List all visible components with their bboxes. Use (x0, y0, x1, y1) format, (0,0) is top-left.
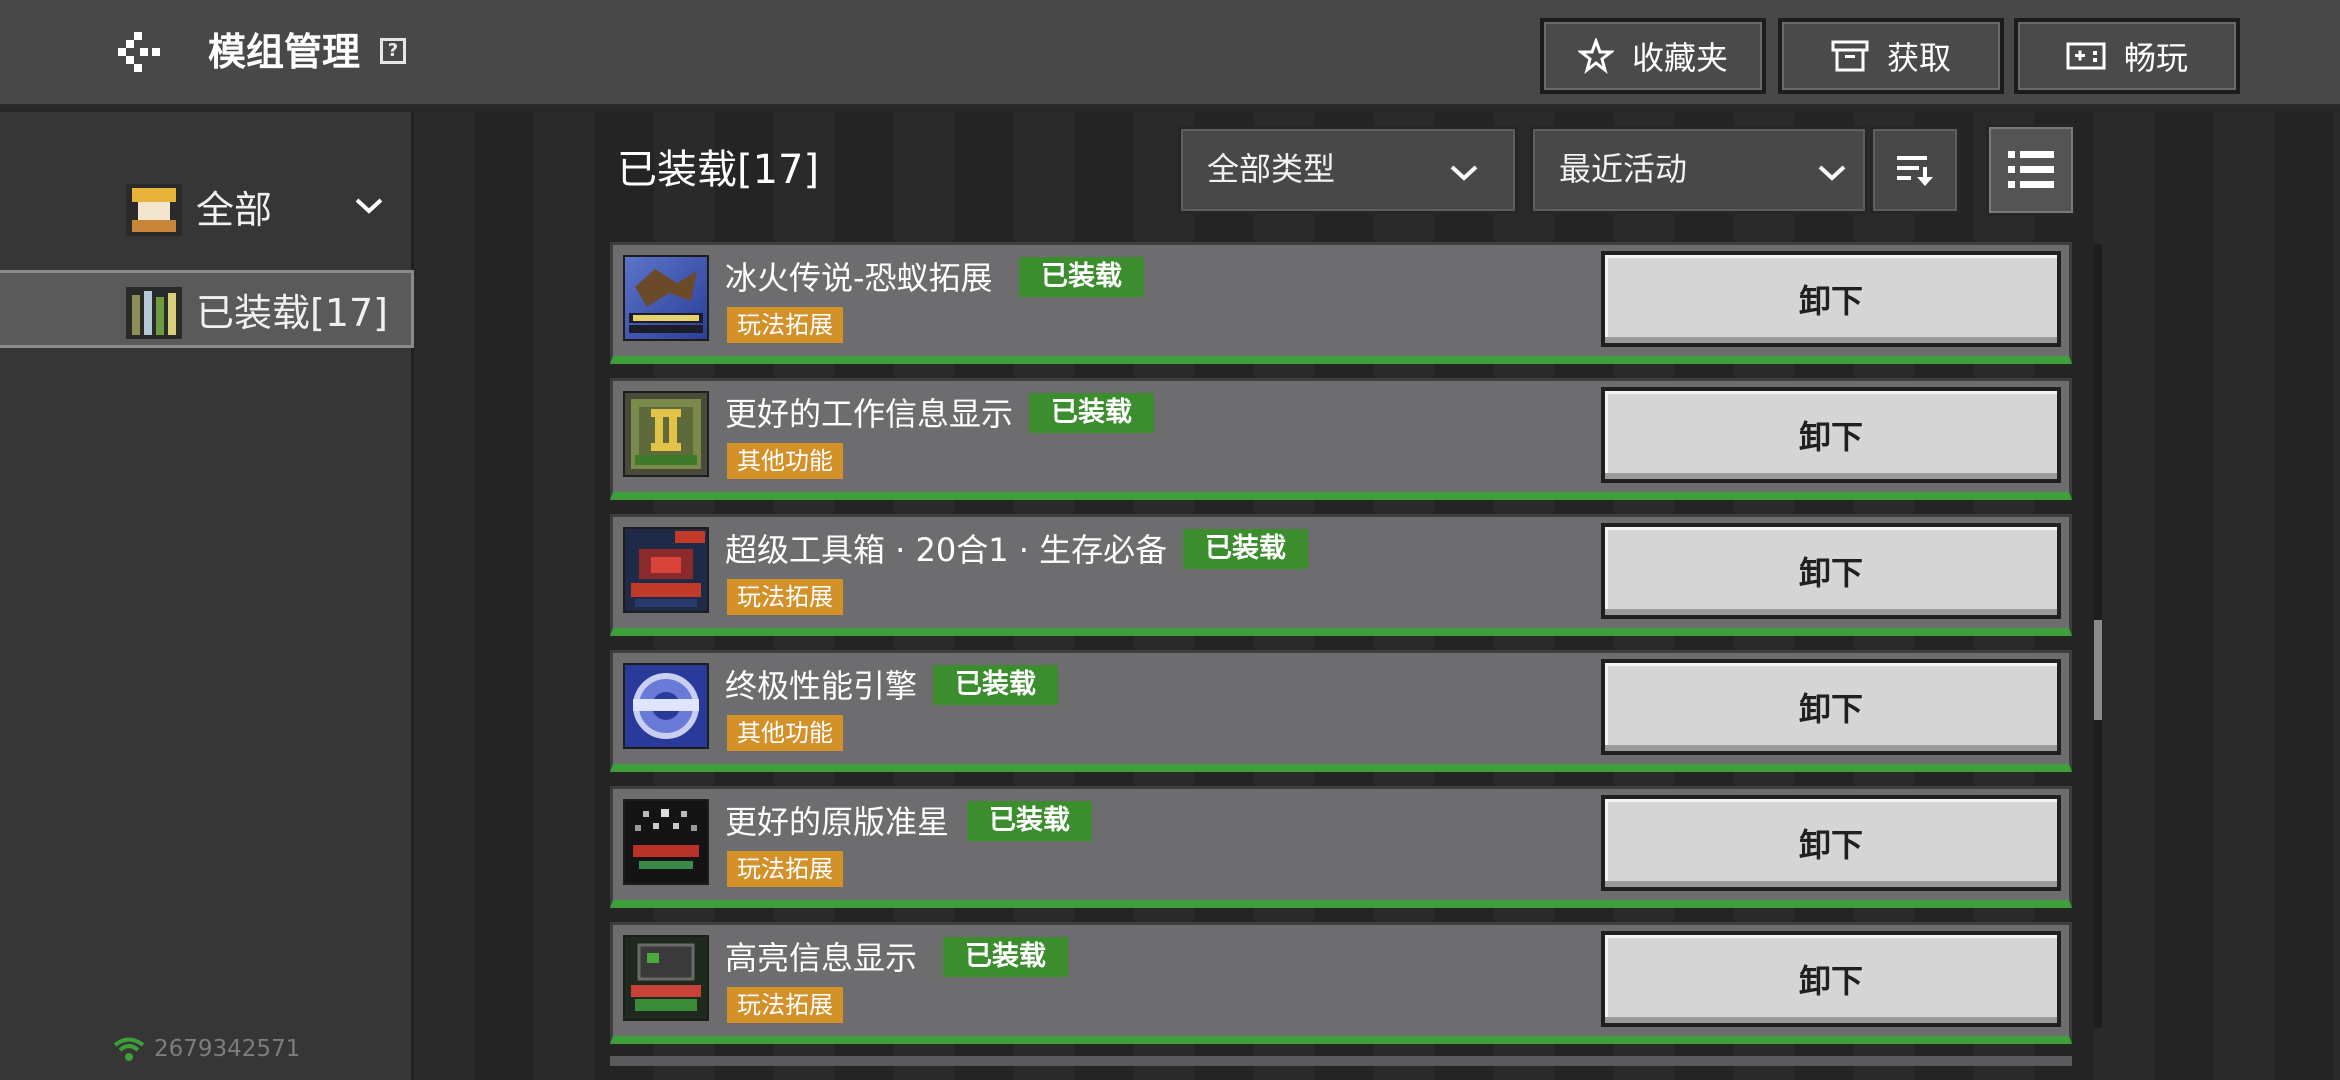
chevron-down-icon (1818, 165, 1846, 181)
category-tag: 玩法拓展 (727, 987, 843, 1023)
back-button[interactable] (118, 30, 168, 74)
sidebar-item-all[interactable]: 全部 (0, 170, 414, 248)
category-tag: 玩法拓展 (727, 307, 843, 343)
type-filter-dropdown[interactable]: 全部类型 (1178, 126, 1518, 214)
sort-order-button[interactable] (1870, 126, 1960, 214)
back-arrow-icon (118, 32, 160, 72)
mod-list-item[interactable]: 更好的工作信息显示 已装载 其他功能 卸下 (610, 378, 2072, 500)
mod-thumbnail (623, 799, 709, 885)
sort-dropdown[interactable]: 最近活动 (1530, 126, 1868, 214)
mod-name: 终极性能引擎 (725, 667, 918, 705)
sort-value: 最近活动 (1559, 150, 1688, 188)
favorites-label: 收藏夹 (1631, 39, 1728, 77)
mod-thumbnail (623, 527, 709, 613)
unload-button[interactable]: 卸下 (1601, 931, 2061, 1027)
mod-name: 更好的原版准星 (725, 803, 950, 841)
gamepad-icon (2066, 42, 2106, 70)
installed-mods-icon (126, 287, 182, 339)
chevron-down-icon[interactable] (354, 196, 384, 216)
category-tag: 玩法拓展 (727, 851, 843, 887)
mod-name: 更好的工作信息显示 (725, 395, 1014, 433)
list-view-button[interactable] (1986, 124, 2076, 216)
chevron-down-icon (1450, 165, 1478, 181)
section-title: 已装载[17] (617, 147, 820, 193)
wifi-icon (113, 1037, 145, 1061)
box-icon (1831, 40, 1869, 72)
installed-badge: 已装载 (967, 801, 1092, 841)
get-label: 获取 (1886, 39, 1951, 77)
installed-badge: 已装载 (1183, 529, 1308, 569)
sidebar-item-installed[interactable]: 已装载[17] (0, 270, 414, 348)
unload-button[interactable]: 卸下 (1601, 251, 2061, 347)
mod-name: 超级工具箱 · 20合1 · 生存必备 (725, 531, 1168, 569)
installed-badge: 已装载 (943, 937, 1068, 977)
mod-name: 冰火传说-恐蚁拓展 (725, 259, 993, 297)
top-bar: 模组管理 ? 收藏夹 获取 畅玩 (0, 0, 2340, 108)
play-button[interactable]: 畅玩 (2014, 18, 2240, 94)
user-id: 2679342571 (154, 1036, 301, 1062)
unload-button[interactable]: 卸下 (1601, 795, 2061, 891)
mod-thumbnail (623, 391, 709, 477)
sidebar: 全部 已装载[17] 2679342571 (0, 112, 414, 1080)
star-icon (1577, 38, 1614, 74)
mod-list-item[interactable]: 更好的原版准星 已装载 玩法拓展 卸下 (610, 786, 2072, 908)
mod-thumbnail (623, 935, 709, 1021)
favorites-button[interactable]: 收藏夹 (1540, 18, 1766, 94)
scrollbar-thumb[interactable] (2094, 620, 2102, 720)
sort-descending-icon (1897, 156, 1933, 186)
unload-button[interactable]: 卸下 (1601, 523, 2061, 619)
installed-badge: 已装载 (1019, 257, 1144, 297)
next-list-item-edge (610, 1056, 2072, 1066)
mod-list-item[interactable]: 超级工具箱 · 20合1 · 生存必备 已装载 玩法拓展 卸下 (610, 514, 2072, 636)
help-icon[interactable]: ? (380, 38, 406, 64)
category-tag: 玩法拓展 (727, 579, 843, 615)
unload-button[interactable]: 卸下 (1601, 387, 2061, 483)
category-tag: 其他功能 (727, 715, 843, 751)
installed-badge: 已装载 (933, 665, 1058, 705)
category-tag: 其他功能 (727, 443, 843, 479)
sidebar-item-label: 全部 (196, 188, 273, 232)
page-title: 模组管理 (208, 30, 361, 74)
mod-name: 高亮信息显示 (725, 939, 918, 977)
sidebar-item-label: 已装载[17] (196, 291, 389, 335)
unload-button[interactable]: 卸下 (1601, 659, 2061, 755)
mod-thumbnail (623, 663, 709, 749)
mod-list-item[interactable]: 终极性能引擎 已装载 其他功能 卸下 (610, 650, 2072, 772)
mod-list-item[interactable]: 冰火传说-恐蚁拓展 已装载 玩法拓展 卸下 (610, 242, 2072, 364)
get-button[interactable]: 获取 (1778, 18, 2004, 94)
mod-thumbnail (623, 255, 709, 341)
installed-badge: 已装载 (1029, 393, 1154, 433)
all-mods-icon (126, 184, 182, 236)
mod-list-item[interactable]: 高亮信息显示 已装载 玩法拓展 卸下 (610, 922, 2072, 1044)
type-filter-value: 全部类型 (1207, 150, 1336, 188)
network-status: 2679342571 (112, 1036, 300, 1062)
list-icon (2008, 151, 2054, 188)
play-label: 畅玩 (2123, 39, 2188, 77)
